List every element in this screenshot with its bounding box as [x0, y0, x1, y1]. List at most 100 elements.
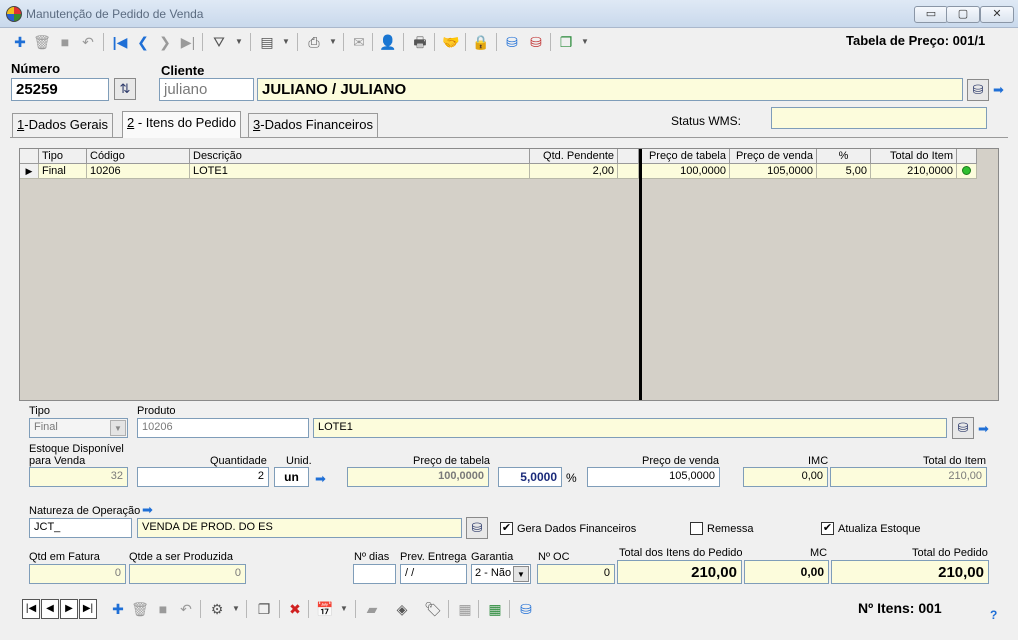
grid-header-percent[interactable]: % — [817, 149, 871, 164]
atualiza-estoque-checkbox[interactable]: ✔ — [821, 522, 834, 535]
prev-entrega-field[interactable]: / / — [400, 564, 467, 584]
calendar-dropdown-icon[interactable]: ▼ — [334, 599, 354, 619]
cliente-search-icon[interactable]: ⛁ — [967, 79, 989, 101]
print-icon[interactable]: 🖶 — [410, 32, 430, 52]
numero-field[interactable]: 25259 — [11, 78, 109, 101]
prev-record-icon[interactable]: ❮ — [133, 32, 153, 52]
last-record-icon[interactable]: ▶| — [178, 32, 198, 52]
natureza-arrow-icon[interactable]: ➡ — [142, 502, 153, 518]
cliente-code-field[interactable]: juliano — [159, 78, 254, 101]
row-cell-preco-venda[interactable]: 105,0000 — [730, 164, 817, 179]
filter-dropdown-icon[interactable]: ▼ — [229, 32, 249, 52]
grid-header-tipo[interactable]: Tipo — [39, 149, 87, 164]
add-product-dropdown-icon[interactable]: ▼ — [226, 599, 246, 619]
row-cell-codigo[interactable]: 10206 — [87, 164, 190, 179]
nav-last-button[interactable]: ▶| — [79, 599, 97, 619]
row-cell-tipo[interactable]: Final — [39, 164, 87, 179]
copy-icon[interactable]: ❐ — [556, 32, 576, 52]
user-icon[interactable]: 👤 — [378, 32, 398, 52]
percent-field[interactable]: 5,0000 — [498, 467, 562, 487]
imc-field[interactable]: 0,00 — [743, 467, 828, 487]
row-cell-qtd-pendente[interactable]: 2,00 — [530, 164, 618, 179]
remessa-checkbox[interactable] — [690, 522, 703, 535]
row-cell-percent[interactable]: 5,00 — [817, 164, 871, 179]
grid-header-descricao[interactable]: Descrição — [190, 149, 530, 164]
calculator-dropdown-icon[interactable]: ▼ — [276, 32, 296, 52]
grid-header-preco-venda[interactable]: Preço de venda — [730, 149, 817, 164]
nav-prev-button[interactable]: ◀ — [41, 599, 59, 619]
grid-header-codigo[interactable]: Código — [87, 149, 190, 164]
grid-header-total-item[interactable]: Total do Item — [871, 149, 957, 164]
first-record-icon[interactable]: |◀ — [110, 32, 130, 52]
garantia-dropdown-icon[interactable]: ▼ — [513, 566, 529, 582]
next-record-icon[interactable]: ❯ — [155, 32, 175, 52]
copy-dropdown-icon[interactable]: ▼ — [575, 32, 595, 52]
qtd-fatura-field[interactable]: 0 — [29, 564, 126, 584]
tipo-dropdown-icon[interactable]: ▼ — [110, 420, 126, 436]
mc-field[interactable]: 0,00 — [744, 560, 829, 584]
database-icon[interactable]: ⛁ — [502, 32, 522, 52]
database-item-icon[interactable]: ⛁ — [516, 599, 536, 619]
cliente-name-field[interactable]: JULIANO / JULIANO — [257, 78, 963, 101]
save-icon[interactable]: ■ — [55, 32, 75, 52]
total-item-field[interactable]: 210,00 — [830, 467, 987, 487]
folder-icon[interactable]: ▰ — [362, 599, 382, 619]
report-dropdown-icon[interactable]: ▼ — [323, 32, 343, 52]
total-pedido-field[interactable]: 210,00 — [831, 560, 989, 584]
maximize-button[interactable]: ▢ — [946, 6, 980, 23]
numero-search-icon[interactable]: ⇅ — [114, 78, 136, 100]
export-grid-icon[interactable]: ▦ — [485, 599, 505, 619]
table-icon[interactable]: ▦ — [455, 599, 475, 619]
undo-icon[interactable]: ↶ — [78, 32, 98, 52]
estoque-field[interactable]: 32 — [29, 467, 128, 487]
gera-financeiros-checkbox[interactable]: ✔ — [500, 522, 513, 535]
status-wms-field[interactable] — [771, 107, 987, 129]
n-dias-field[interactable] — [353, 564, 396, 584]
add-item-icon[interactable]: ✚ — [108, 599, 128, 619]
tab-dados-gerais[interactable]: 1-Dados Gerais — [12, 113, 114, 137]
layers-icon[interactable]: ◈ — [392, 599, 412, 619]
lock-icon[interactable]: 🔒 — [471, 32, 491, 52]
delete-item-icon[interactable]: 🗑 — [130, 599, 150, 619]
produto-open-arrow-icon[interactable]: ➡ — [978, 421, 989, 437]
grid-header-preco-tabela[interactable]: Preço de tabela — [642, 149, 730, 164]
filter-icon[interactable]: ⛛ — [209, 32, 229, 52]
produto-desc-field[interactable]: LOTE1 — [313, 418, 947, 438]
close-button[interactable]: ✕ — [980, 6, 1014, 23]
produto-code-field[interactable]: 10206 — [137, 418, 309, 438]
row-cell-descricao[interactable]: LOTE1 — [190, 164, 530, 179]
tab-dados-financeiros[interactable]: 3-Dados Financeiros — [248, 113, 378, 137]
duplicate-icon[interactable]: ❐ — [254, 599, 274, 619]
nav-next-button[interactable]: ▶ — [60, 599, 78, 619]
delete-icon[interactable]: 🗑 — [32, 32, 52, 52]
calendar-icon[interactable]: 📅 — [315, 599, 335, 619]
nav-first-button[interactable]: |◀ — [22, 599, 40, 619]
save-item-icon[interactable]: ■ — [153, 599, 173, 619]
undo-item-icon[interactable]: ↶ — [176, 599, 196, 619]
row-cell-total-item[interactable]: 210,0000 — [871, 164, 957, 179]
cancel-item-icon[interactable]: ✖ — [285, 599, 305, 619]
row-cell-preco-tabela[interactable]: 100,0000 — [642, 164, 730, 179]
add-product-icon[interactable]: ⚙ — [207, 599, 227, 619]
grid-header-qtd-pendente[interactable]: Qtd. Pendente — [530, 149, 618, 164]
preco-venda-field[interactable]: 105,0000 — [587, 467, 720, 487]
unid-arrow-icon[interactable]: ➡ — [315, 471, 326, 487]
database-export-icon[interactable]: ⛁ — [526, 32, 546, 52]
natureza-desc-field[interactable]: VENDA DE PROD. DO ES — [137, 518, 462, 538]
email-icon[interactable]: ✉ — [349, 32, 369, 52]
natureza-code-field[interactable]: JCT_ — [29, 518, 132, 538]
add-icon[interactable]: ✚ — [10, 32, 30, 52]
quantidade-field[interactable]: 2 — [137, 467, 269, 487]
n-oc-field[interactable]: 0 — [537, 564, 615, 584]
calculator-icon[interactable]: ▤ — [257, 32, 277, 52]
natureza-search-icon[interactable]: ⛁ — [466, 517, 488, 539]
handshake-icon[interactable]: 🤝 — [441, 32, 461, 52]
report-icon[interactable]: ⎙ — [304, 32, 324, 52]
produto-search-icon[interactable]: ⛁ — [952, 417, 974, 439]
minimize-button[interactable]: ▭ — [914, 6, 948, 23]
cliente-open-arrow-icon[interactable]: ➡ — [993, 82, 1004, 98]
tab-itens-do-pedido[interactable]: 2 - Itens do Pedido — [122, 111, 242, 138]
help-icon[interactable]: ? — [990, 608, 997, 622]
preco-tabela-field[interactable]: 100,0000 — [347, 467, 489, 487]
total-itens-field[interactable]: 210,00 — [617, 560, 742, 584]
